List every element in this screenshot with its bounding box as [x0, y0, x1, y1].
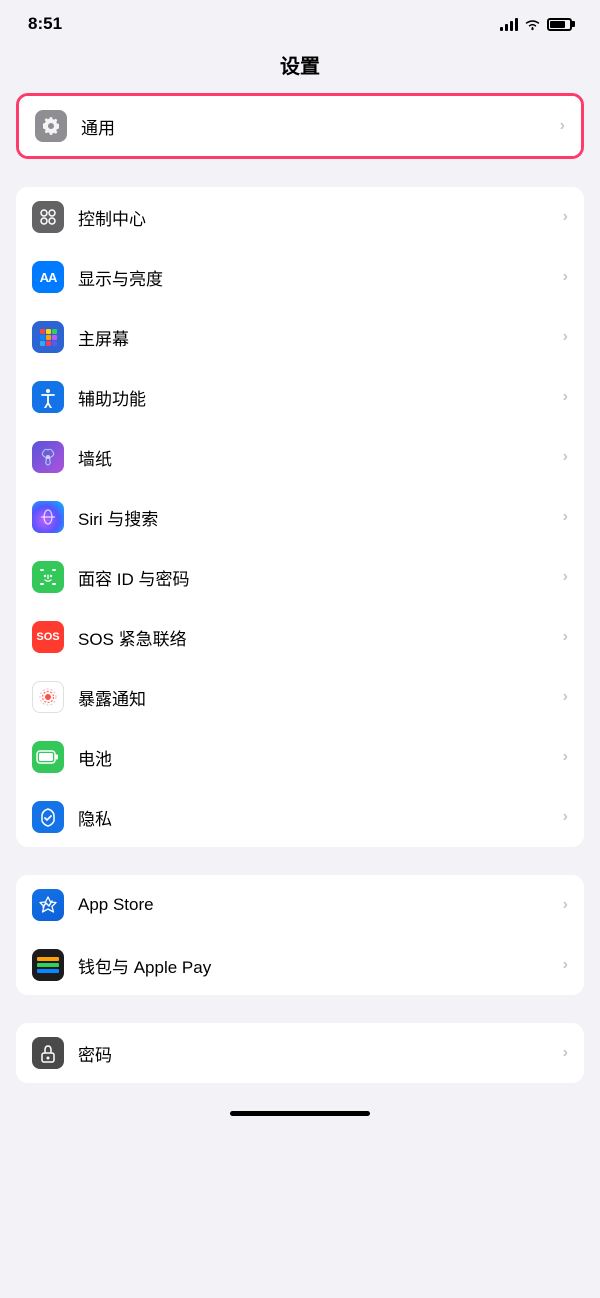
home-screen-icon	[32, 321, 64, 353]
sidebar-item-exposure[interactable]: 暴露通知 ›	[16, 667, 584, 727]
sidebar-item-wallpaper[interactable]: 墙纸 ›	[16, 427, 584, 487]
wallpaper-chevron: ›	[563, 448, 568, 466]
home-screen-label: 主屏幕	[78, 325, 555, 350]
battery-settings-icon	[32, 741, 64, 773]
wallpaper-label: 墙纸	[78, 445, 555, 470]
signal-icon	[500, 17, 518, 31]
sidebar-item-sos[interactable]: SOS SOS 紧急联络 ›	[16, 607, 584, 667]
home-screen-chevron: ›	[563, 328, 568, 346]
general-chevron: ›	[560, 117, 565, 135]
siri-chevron: ›	[563, 508, 568, 526]
exposure-label: 暴露通知	[78, 685, 555, 710]
page-title: 设置	[0, 42, 600, 93]
sidebar-item-display[interactable]: AA 显示与亮度 ›	[16, 247, 584, 307]
wallet-chevron: ›	[563, 956, 568, 974]
password-label: 密码	[78, 1041, 555, 1066]
exposure-icon	[32, 681, 64, 713]
sidebar-item-password[interactable]: 密码 ›	[16, 1023, 584, 1083]
settings-group-2: App Store › 钱包与 Apple Pay ›	[16, 875, 584, 995]
exposure-chevron: ›	[563, 688, 568, 706]
battery-icon	[547, 18, 572, 31]
wallet-icon	[32, 949, 64, 981]
accessibility-icon	[32, 381, 64, 413]
sidebar-item-appstore[interactable]: App Store ›	[16, 875, 584, 935]
settings-group-3: 密码 ›	[16, 1023, 584, 1083]
privacy-chevron: ›	[563, 808, 568, 826]
sidebar-item-home-screen[interactable]: 主屏幕 ›	[16, 307, 584, 367]
wallpaper-icon	[32, 441, 64, 473]
wifi-icon	[524, 18, 541, 31]
appstore-label: App Store	[78, 895, 555, 915]
privacy-icon	[32, 801, 64, 833]
faceid-label: 面容 ID 与密码	[78, 565, 555, 590]
sos-icon: SOS	[32, 621, 64, 653]
control-center-label: 控制中心	[78, 205, 555, 230]
display-label: 显示与亮度	[78, 265, 555, 290]
sidebar-item-wallet[interactable]: 钱包与 Apple Pay ›	[16, 935, 584, 995]
sidebar-item-battery[interactable]: 电池 ›	[16, 727, 584, 787]
accessibility-label: 辅助功能	[78, 385, 555, 410]
display-chevron: ›	[563, 268, 568, 286]
status-time: 8:51	[28, 14, 62, 34]
battery-chevron: ›	[563, 748, 568, 766]
settings-group-main: 控制中心 › AA 显示与亮度 › 主屏幕 ›	[16, 187, 584, 847]
faceid-icon	[32, 561, 64, 593]
sidebar-item-accessibility[interactable]: 辅助功能 ›	[16, 367, 584, 427]
privacy-label: 隐私	[78, 805, 555, 830]
settings-group-1: 通用 ›	[16, 93, 584, 159]
siri-icon	[32, 501, 64, 533]
sidebar-item-privacy[interactable]: 隐私 ›	[16, 787, 584, 847]
sidebar-item-faceid[interactable]: 面容 ID 与密码 ›	[16, 547, 584, 607]
faceid-chevron: ›	[563, 568, 568, 586]
home-indicator	[230, 1111, 370, 1116]
password-chevron: ›	[563, 1044, 568, 1062]
wallet-label: 钱包与 Apple Pay	[78, 953, 555, 978]
sos-chevron: ›	[563, 628, 568, 646]
sidebar-item-siri[interactable]: Siri 与搜索 ›	[16, 487, 584, 547]
accessibility-chevron: ›	[563, 388, 568, 406]
general-label: 通用	[81, 114, 552, 139]
general-icon	[35, 110, 67, 142]
display-icon: AA	[32, 261, 64, 293]
status-icons	[500, 17, 572, 31]
control-center-chevron: ›	[563, 208, 568, 226]
battery-label: 电池	[78, 745, 555, 770]
sos-label: SOS 紧急联络	[78, 625, 555, 650]
password-icon	[32, 1037, 64, 1069]
sidebar-item-general[interactable]: 通用 ›	[19, 96, 581, 156]
siri-label: Siri 与搜索	[78, 505, 555, 530]
appstore-chevron: ›	[563, 896, 568, 914]
control-center-icon	[32, 201, 64, 233]
status-bar: 8:51	[0, 0, 600, 42]
appstore-icon	[32, 889, 64, 921]
sidebar-item-control-center[interactable]: 控制中心 ›	[16, 187, 584, 247]
